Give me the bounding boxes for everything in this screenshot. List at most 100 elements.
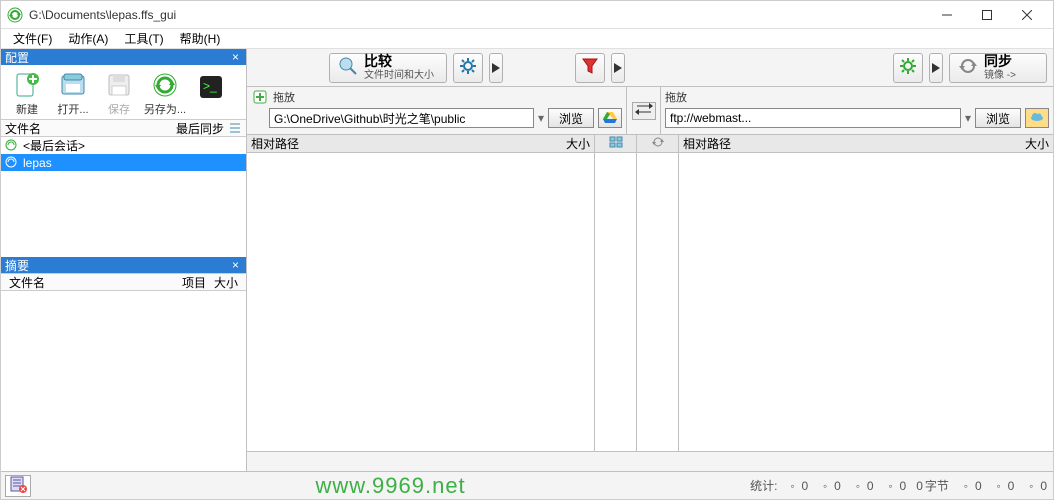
new-icon <box>13 71 41 99</box>
drag-label-left: 拖放 <box>273 89 295 105</box>
file-name: <最后会话> <box>23 137 85 154</box>
update-right-icon: ◦ <box>992 479 1006 493</box>
action-toolbar: 比较 文件时间和大小 同步 镜像 -> <box>247 49 1053 87</box>
menu-tools[interactable]: 工具(T) <box>116 28 171 49</box>
app-icon <box>7 7 23 23</box>
file-row-last-session[interactable]: <最后会话> <box>1 137 246 154</box>
left-path-column: 拖放 ▾ 浏览 <box>247 87 627 134</box>
overview-header: 文件名 项目 大小 <box>1 273 246 291</box>
list-left: 相对路径 大小 <box>247 135 595 451</box>
sync-button[interactable]: 同步 镜像 -> <box>949 53 1047 83</box>
saveas-batch-button[interactable]: >_ <box>189 69 233 119</box>
left-path-input[interactable] <box>269 108 534 128</box>
list-view-icon[interactable] <box>228 121 242 135</box>
open-button[interactable]: 打开... <box>51 69 95 119</box>
ov-col-items[interactable]: 项目 <box>178 274 210 291</box>
recycle-icon <box>5 139 19 153</box>
category-body[interactable] <box>595 153 636 451</box>
right-path-input[interactable] <box>665 108 961 128</box>
menu-file[interactable]: 文件(F) <box>5 28 60 49</box>
config-close-button[interactable]: × <box>229 50 242 64</box>
list-right-body[interactable] <box>679 153 1053 451</box>
file-name: lepas <box>23 156 52 170</box>
swap-column <box>627 87 661 134</box>
compare-dropdown-button[interactable] <box>489 53 503 83</box>
left-cloud-button[interactable] <box>598 108 622 128</box>
category-header[interactable] <box>595 135 636 153</box>
cloud-icon <box>1030 111 1044 125</box>
compare-settings-button[interactable] <box>453 53 483 83</box>
update-left-icon: ◦ <box>818 479 832 493</box>
compare-button[interactable]: 比较 文件时间和大小 <box>329 53 447 83</box>
list-left-header: 相对路径 大小 <box>247 135 594 153</box>
funnel-icon <box>581 57 599 78</box>
col-relpath[interactable]: 相对路径 <box>251 135 566 152</box>
menu-help[interactable]: 帮助(H) <box>172 28 229 49</box>
ov-col-size[interactable]: 大小 <box>210 274 242 291</box>
menu-actions[interactable]: 动作(A) <box>60 28 116 49</box>
swap-button[interactable] <box>632 102 656 120</box>
config-toolbar: 新建 打开... 保存 另存为... >_ <box>1 65 246 119</box>
right-browse-button[interactable]: 浏览 <box>975 108 1021 128</box>
title-bar: G:\Documents\lepas.ffs_gui <box>1 1 1053 29</box>
right-cloud-button[interactable] <box>1025 108 1049 128</box>
gear-green-icon <box>899 57 917 78</box>
filter-button[interactable] <box>575 53 605 83</box>
gear-icon <box>459 57 477 78</box>
action-body[interactable] <box>637 153 678 451</box>
maximize-button[interactable] <box>967 2 1007 28</box>
open-label: 打开... <box>57 101 88 117</box>
add-pair-button[interactable] <box>251 88 269 106</box>
file-list-body[interactable] <box>1 171 246 257</box>
status-bar: www.9969.net 统计: ◦0 ◦0 ◦0 ◦0 0字节 ◦0 ◦0 ◦… <box>1 471 1053 499</box>
sync-settings-button[interactable] <box>893 53 923 83</box>
left-browse-button[interactable]: 浏览 <box>548 108 594 128</box>
create-right-icon: ◦ <box>959 479 973 493</box>
overview-body[interactable] <box>1 291 246 471</box>
ov-col-name[interactable]: 文件名 <box>5 274 178 291</box>
new-label: 新建 <box>16 101 38 117</box>
stats-label: 统计: <box>750 477 777 494</box>
col-size[interactable]: 大小 <box>566 135 590 152</box>
save-icon <box>105 71 133 99</box>
chevron-down-icon[interactable]: ▾ <box>538 111 544 125</box>
saveas-recycle-button[interactable]: 另存为... <box>143 69 187 119</box>
file-row-lepas[interactable]: lepas <box>1 154 246 171</box>
recycle-icon <box>5 156 19 170</box>
sync-settings-dropdown-button[interactable] <box>929 53 943 83</box>
delete-right-icon: ◦ <box>1024 479 1038 493</box>
list-left-body[interactable] <box>247 153 594 451</box>
compare-title: 比较 <box>364 54 434 69</box>
compare-subtitle: 文件时间和大小 <box>364 70 434 81</box>
swap-icon <box>635 102 653 119</box>
save-label: 保存 <box>108 101 130 117</box>
menu-bar: 文件(F) 动作(A) 工具(T) 帮助(H) <box>1 29 1053 49</box>
info-bar <box>247 451 1053 471</box>
col-lastsync[interactable]: 最后同步 <box>176 120 224 137</box>
google-drive-icon <box>603 111 617 126</box>
watermark-text: www.9969.net <box>37 473 744 499</box>
sync-title: 同步 <box>984 54 1016 69</box>
log-button[interactable] <box>5 475 31 497</box>
svg-text:>_: >_ <box>203 79 217 93</box>
overview-close-button[interactable]: × <box>229 258 242 272</box>
open-icon <box>59 71 87 99</box>
left-panel: 配置 × 新建 打开... 保存 另存为... >_ <box>1 49 247 471</box>
delete-left-icon: ◦ <box>851 479 865 493</box>
right-path-column: 拖放 ▾ 浏览 <box>661 87 1053 134</box>
col-filename[interactable]: 文件名 <box>5 120 176 137</box>
col-size-r[interactable]: 大小 <box>1025 135 1049 152</box>
path-row: 拖放 ▾ 浏览 拖放 <box>247 87 1053 135</box>
saveas-label: 另存为... <box>144 101 186 117</box>
filter-dropdown-button[interactable] <box>611 53 625 83</box>
chevron-down-icon[interactable]: ▾ <box>965 111 971 125</box>
action-header[interactable] <box>637 135 678 153</box>
window-title: G:\Documents\lepas.ffs_gui <box>29 8 927 22</box>
new-button[interactable]: 新建 <box>5 69 49 119</box>
save-button[interactable]: 保存 <box>97 69 141 119</box>
col-relpath-r[interactable]: 相对路径 <box>683 135 1025 152</box>
batch-icon: >_ <box>197 73 225 101</box>
close-button[interactable] <box>1007 2 1047 28</box>
minimize-button[interactable] <box>927 2 967 28</box>
config-panel-title: 配置 <box>5 49 29 66</box>
